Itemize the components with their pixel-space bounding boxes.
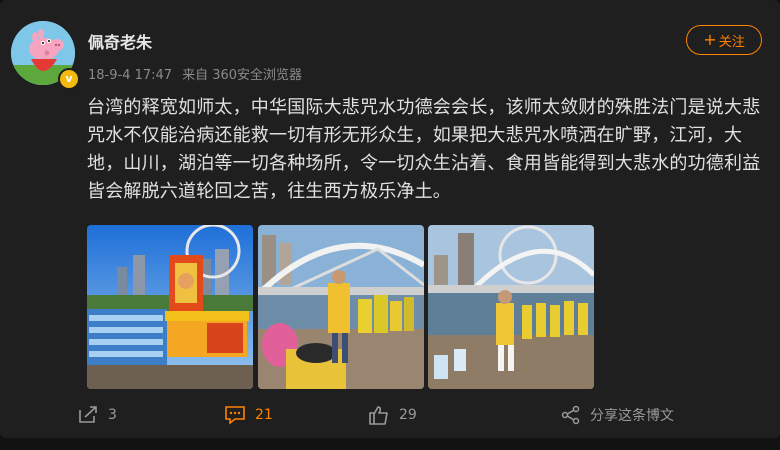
altar-photo xyxy=(87,225,253,389)
like-count: 29 xyxy=(399,407,417,423)
follow-button[interactable]: + 关注 xyxy=(686,25,762,55)
post-meta: 18-9-4 17:47 来自 360安全浏览器 xyxy=(88,64,302,83)
post-source: 来自 360安全浏览器 xyxy=(182,68,303,83)
post-timestamp[interactable]: 18-9-4 17:47 xyxy=(88,68,172,83)
post-image-2[interactable] xyxy=(258,225,424,389)
like-icon xyxy=(369,406,388,425)
riverbank-crowd-photo xyxy=(258,225,424,389)
share-label: 分享这条博文 xyxy=(590,408,674,424)
post-image-3[interactable] xyxy=(428,225,594,389)
share-icon xyxy=(561,405,580,425)
author-name[interactable]: 佩奇老朱 xyxy=(88,29,152,53)
verified-badge-icon: v xyxy=(58,68,80,90)
weibo-post-card: v 佩奇老朱 18-9-4 17:47 来自 360安全浏览器 + 关注 台湾的释… xyxy=(0,0,780,438)
river-ritual-photo xyxy=(428,225,594,389)
share-button[interactable]: 分享这条博文 xyxy=(561,404,674,426)
repost-count: 3 xyxy=(108,407,117,423)
post-text: 台湾的释宽如师太，中华国际大悲咒水功德会会长，该师太敛财的殊胜法门是说大悲咒水不… xyxy=(87,97,761,202)
repost-button[interactable]: 3 xyxy=(77,404,117,426)
plus-icon: + xyxy=(703,30,717,49)
comment-count: 21 xyxy=(255,407,273,423)
follow-label: 关注 xyxy=(718,34,745,50)
comment-icon xyxy=(225,406,245,425)
post-image-1[interactable] xyxy=(87,225,253,389)
repost-icon xyxy=(79,406,97,423)
comment-button[interactable]: 21 xyxy=(224,404,273,426)
like-button[interactable]: 29 xyxy=(368,404,417,426)
